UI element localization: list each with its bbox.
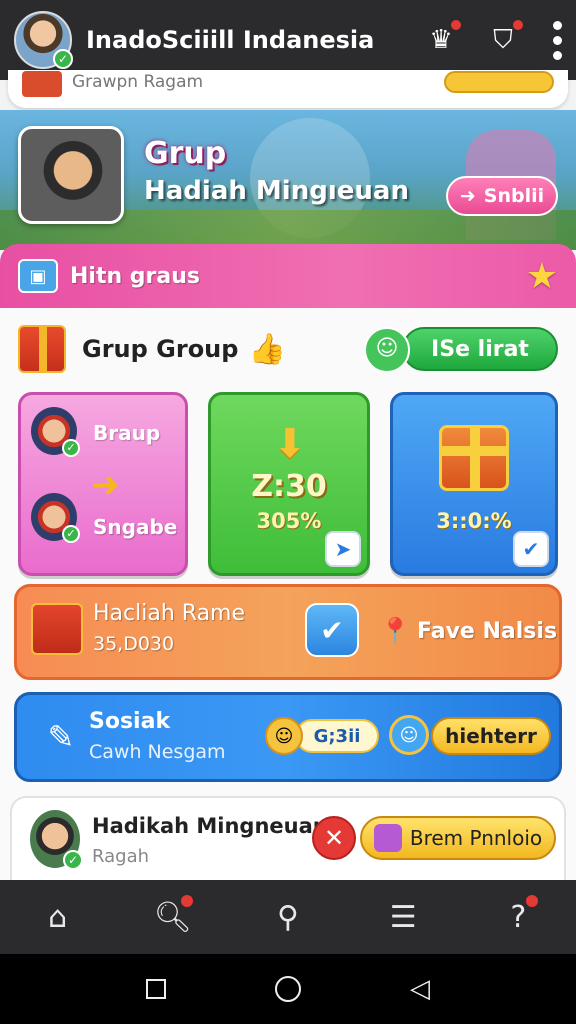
bag-icon[interactable]: ⛉ (485, 18, 525, 58)
emoji-icon: ☺ (265, 717, 303, 755)
check-icon[interactable]: ✔ (513, 531, 549, 567)
hero-subtitle: Hadiah Mingıeuan (144, 176, 409, 206)
see-all-label: ISe lirat (431, 336, 529, 362)
notification-dot (526, 895, 539, 907)
member-avatar: ✓ (31, 407, 80, 457)
gift-icon (31, 603, 83, 655)
crown-bell-icon[interactable]: ♛ (423, 18, 463, 58)
close-icon[interactable]: ✕ (312, 816, 356, 860)
social-title: Sosiak (89, 709, 171, 734)
favorite-label[interactable]: Fave Nalsis (417, 619, 557, 644)
group-photo (18, 126, 124, 224)
bottom-navigation: ⌂ 🔍︎ ⚲ ☰ ? (0, 880, 576, 954)
verified-icon: ✓ (62, 439, 80, 457)
pen-icon: ✎ (47, 718, 75, 756)
top-app-bar: ✓ InadoSciiill Indanesia ♛ ⛉ (0, 0, 576, 80)
tile-gift[interactable]: 3::0:% ✔ (390, 392, 558, 576)
reward-card[interactable]: Hacliah Rame 35,D030 ✔ 📍 Fave Nalsis (14, 584, 562, 680)
promo-label: Brem Pnnloio (409, 826, 543, 850)
pink-bar-label: Hitn graus (70, 263, 200, 289)
see-all-button[interactable]: ☺ ISe lirat (364, 327, 558, 373)
strip-text: Grawpn Ragam (72, 72, 204, 92)
verified-icon: ✓ (53, 49, 73, 69)
more-icon[interactable] (553, 20, 562, 60)
app-title: InadoSciiill Indanesia (86, 26, 375, 54)
list-icon[interactable]: ☰ (377, 891, 429, 943)
weekly-subtitle: Ragah (92, 846, 150, 867)
back-icon[interactable]: ◁ (400, 969, 440, 1009)
chat-check-icon[interactable]: ✔ (305, 603, 359, 657)
weekly-reward-card[interactable]: ✓ Hadikah Mingneuan Ragah ✕ Brem Pnnloio (10, 796, 566, 886)
gift-percent: 3::0:% (436, 509, 512, 533)
chat-icon: ☺ (364, 327, 410, 373)
reward-amount: 35,D030 (93, 633, 175, 655)
gift-box-icon (439, 425, 509, 491)
user-avatar: ✓ (30, 810, 83, 870)
pink-section-bar[interactable]: ▣ Hitn graus ★ (0, 244, 576, 308)
hero-banner: Grup Hadiah Mingıeuan ➜ Snblii (0, 110, 576, 250)
gift-icon (18, 325, 66, 373)
search-icon[interactable]: 🔍︎ (147, 891, 199, 943)
feature-tiles: ✓ Braup ➜ ✓ Sngabe ⬇ Z:30 305% ➤ 3::0:% … (18, 392, 558, 576)
home-circle-icon[interactable] (268, 969, 308, 1009)
system-navigation: ◁ (0, 954, 576, 1024)
promo-icon (373, 824, 402, 852)
hero-button-label: Snblii (483, 185, 545, 207)
arrow-right-icon: ➜ (91, 465, 120, 505)
download-arrow-icon: ⬇ (273, 421, 307, 467)
notification-dot (180, 895, 193, 907)
timer-value: Z:30 (251, 469, 327, 504)
help-icon[interactable]: ? (492, 891, 544, 943)
social-subtitle: Cawh Nesgam (89, 741, 226, 763)
reward-title: Hacliah Rame (93, 601, 246, 626)
star-icon[interactable]: ★ (526, 256, 558, 297)
send-icon[interactable]: ➤ (325, 531, 361, 567)
location-pin-icon: 📍 (379, 617, 412, 647)
recents-icon[interactable] (136, 969, 176, 1009)
social-pill-button[interactable]: G;3ii (295, 719, 379, 753)
verified-icon: ✓ (63, 850, 83, 870)
timer-percent: 305% (256, 509, 322, 533)
card-icon: ▣ (18, 259, 58, 293)
tile-group-members[interactable]: ✓ Braup ➜ ✓ Sngabe (18, 392, 188, 576)
previous-card-strip: Grawpn Ragam (8, 70, 568, 108)
verified-icon: ✓ (62, 525, 80, 543)
tile-bottom-label: Sngabe (93, 515, 178, 539)
group-header-row: Grup Group 👍 ☺ ISe lirat (18, 322, 558, 376)
profile-avatar[interactable]: ✓ (14, 11, 73, 69)
member-avatar: ✓ (31, 493, 80, 543)
tile-timer[interactable]: ⬇ Z:30 305% ➤ (208, 392, 370, 576)
main-panel: Grup Group 👍 ☺ ISe lirat ✓ Braup ➜ ✓ Sng… (0, 308, 576, 886)
smile-ball-icon: ☺ (389, 715, 429, 755)
hero-title: Grup (144, 136, 227, 171)
group-title: Grup Group (82, 335, 239, 363)
arrow-right-icon: ➜ (459, 185, 476, 207)
notification-dot (449, 18, 463, 32)
hero-button[interactable]: ➜ Snblii (446, 176, 558, 216)
tile-top-label: Braup (93, 421, 161, 445)
social-card[interactable]: ✎ Sosiak Cawh Nesgam G;3ii ☺ ☺ hiehterr (14, 692, 562, 782)
profile-icon[interactable]: ⚲ (262, 891, 314, 943)
weekly-title: Hadikah Mingneuan (92, 814, 328, 838)
notification-dot (511, 18, 525, 32)
strip-pill-button[interactable] (444, 71, 554, 93)
home-icon[interactable]: ⌂ (32, 891, 84, 943)
promo-button[interactable]: Brem Pnnloio (360, 816, 556, 860)
thumbs-up-icon: 👍 (248, 331, 286, 367)
gift-icon (22, 71, 62, 97)
social-action-button[interactable]: hiehterr (431, 717, 551, 755)
